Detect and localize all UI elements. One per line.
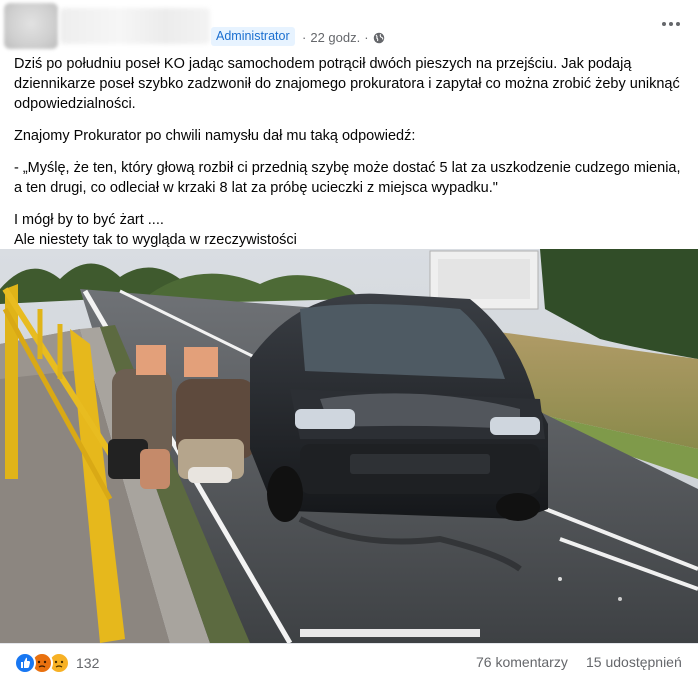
post-card: Administrator · 22 godz. · Dziś po połud…	[0, 0, 698, 676]
like-icon	[14, 652, 36, 674]
crash-scene-image	[0, 249, 698, 643]
admin-badge: Administrator	[211, 27, 295, 46]
author-name-blurred[interactable]	[60, 8, 210, 44]
reaction-count: 132	[76, 655, 100, 671]
post-photo[interactable]	[0, 249, 698, 643]
post-paragraph: Znajomy Prokurator po chwili namysłu dał…	[14, 128, 416, 144]
post-footer: 132 76 komentarzy 15 udostępnień	[0, 643, 698, 677]
post-paragraph: Dziś po południu poseł KO jadąc samochod…	[14, 56, 680, 112]
post-paragraph: - „Myślę, że ten, który głową rozbił ci …	[14, 160, 681, 196]
reactions-summary[interactable]: 132	[14, 652, 99, 674]
post-header: Administrator · 22 godz. ·	[0, 0, 698, 52]
globe-icon[interactable]	[373, 32, 385, 44]
avatar[interactable]	[4, 3, 58, 49]
post-paragraph: Ale niestety tak to wygląda w rzeczywist…	[14, 232, 297, 248]
post-meta: · 22 godz. ·	[302, 30, 385, 45]
post-timestamp[interactable]: 22 godz.	[310, 30, 360, 45]
post-text: Dziś po południu poseł KO jadąc samochod…	[14, 54, 686, 250]
shares-count-link[interactable]: 15 udostępnień	[586, 654, 682, 670]
post-paragraph: I mógł by to być żart ....	[14, 212, 164, 228]
comments-count-link[interactable]: 76 komentarzy	[476, 654, 568, 670]
more-options-icon[interactable]	[658, 14, 684, 34]
meta-separator: ·	[302, 30, 307, 45]
meta-separator: ·	[364, 30, 369, 45]
